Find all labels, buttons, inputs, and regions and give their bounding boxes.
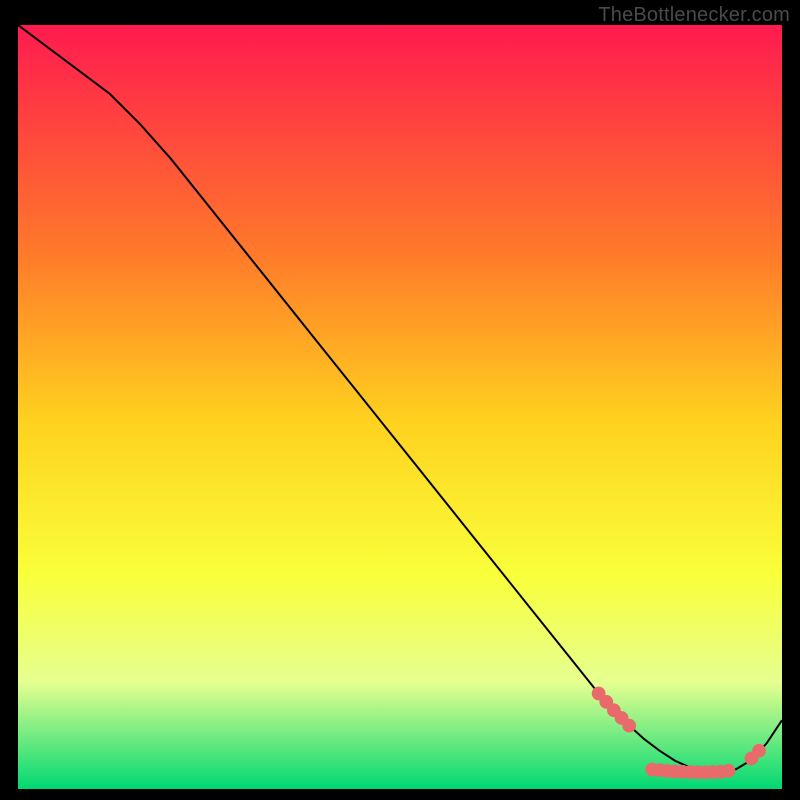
curve-marker bbox=[752, 744, 766, 758]
chart-stage: TheBottlenecker.com bbox=[0, 0, 800, 800]
curve-marker bbox=[722, 764, 736, 778]
bottleneck-chart bbox=[18, 25, 782, 789]
attribution-text: TheBottlenecker.com bbox=[598, 4, 790, 27]
heat-background bbox=[18, 25, 782, 789]
curve-marker bbox=[622, 719, 636, 733]
